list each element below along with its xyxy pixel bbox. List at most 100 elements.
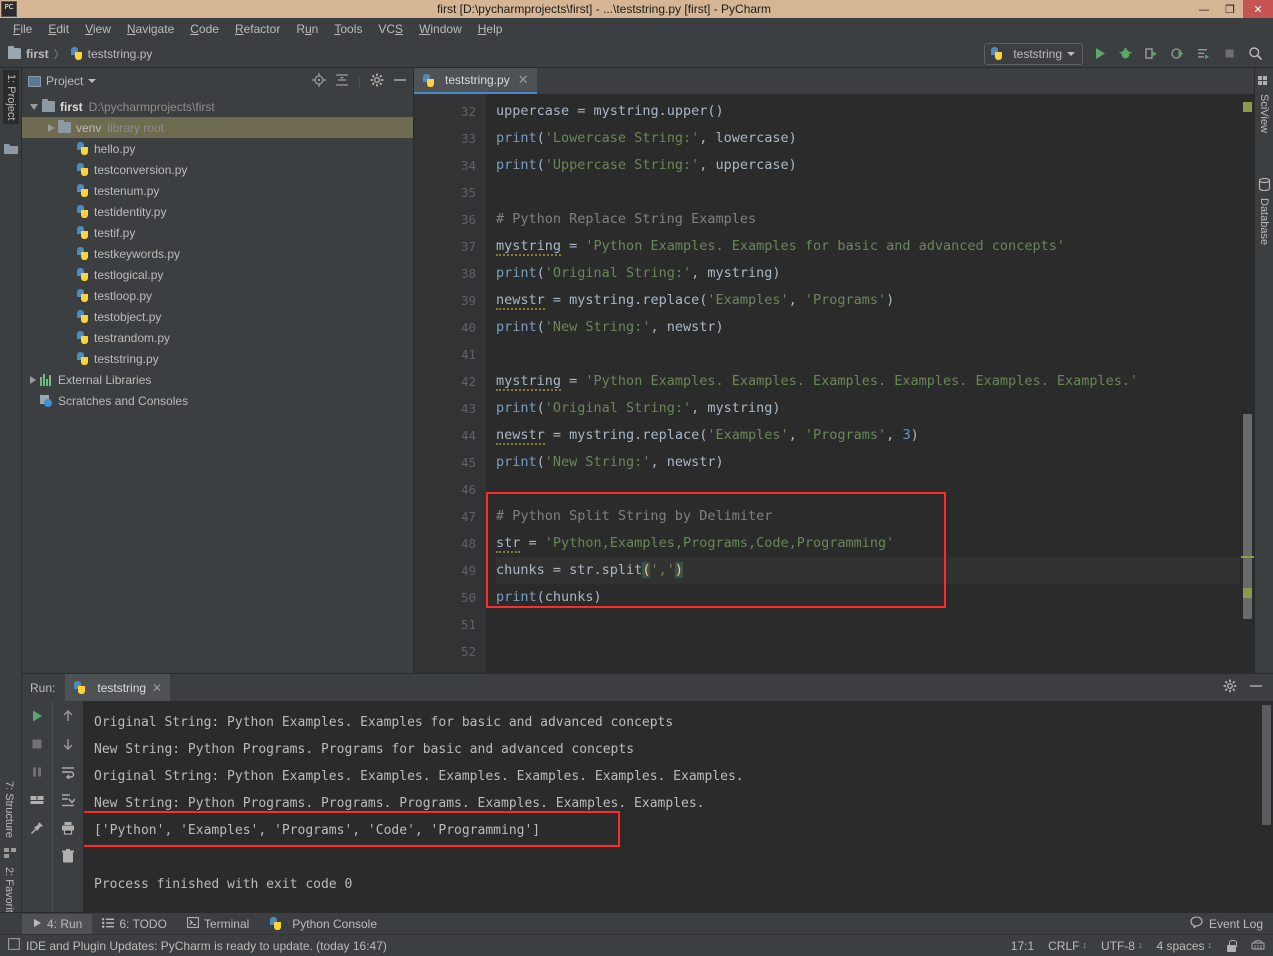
tree-item[interactable]: testconversion.py [22,159,413,180]
close-button[interactable]: ✕ [1243,0,1273,18]
close-icon[interactable]: ✕ [518,72,529,88]
line-number[interactable]: 38 [414,260,476,287]
code-line[interactable] [496,638,1254,665]
menu-navigate[interactable]: Navigate [119,20,182,38]
unlocked-icon[interactable] [1226,939,1237,952]
menu-tools[interactable]: Tools [326,20,370,38]
code-line[interactable]: print('Original String:', mystring) [496,395,1254,422]
hide-panel-icon[interactable] [393,73,407,90]
tree-item[interactable]: teststring.py [22,348,413,369]
code-line[interactable] [496,179,1254,206]
chevron-right-icon[interactable] [30,375,36,384]
code-line[interactable] [496,476,1254,503]
menu-edit[interactable]: Edit [40,20,77,38]
code-line[interactable]: print(chunks) [496,584,1254,611]
sidebar-tab-sciview[interactable]: SciView [1258,94,1270,133]
code-line[interactable]: newstr = mystring.replace('Examples', 'P… [496,287,1254,314]
line-number[interactable]: 37 [414,233,476,260]
line-separator-selector[interactable]: CRLF ↕ [1048,939,1087,953]
search-icon[interactable] [1245,44,1265,64]
line-number[interactable]: 36 [414,206,476,233]
code-line[interactable]: print('New String:', newstr) [496,314,1254,341]
scroll-to-end-icon[interactable] [57,789,79,811]
line-number[interactable]: 32 [414,98,476,125]
line-number[interactable]: 49 [414,557,476,584]
coverage-icon[interactable] [1141,44,1161,64]
code-line[interactable]: mystring = 'Python Examples. Examples. E… [496,368,1254,395]
tree-item[interactable]: Scratches and Consoles [22,390,413,411]
pause-icon[interactable] [26,761,48,783]
breadcrumb-file[interactable]: teststring.py [70,47,152,61]
sidebar-tab-structure[interactable]: 7: Structure [3,781,15,838]
breadcrumb-project[interactable]: first [8,46,49,61]
run-with-icon[interactable] [1193,44,1213,64]
close-icon[interactable]: ✕ [152,681,162,695]
tree-item[interactable]: first D:\pycharmprojects\first [22,96,413,117]
sidebar-tab-project[interactable]: 1: Project [3,70,19,125]
stop-icon[interactable] [26,733,48,755]
encoding-selector[interactable]: UTF-8 ↕ [1101,939,1143,953]
line-number[interactable]: 45 [414,449,476,476]
indent-selector[interactable]: 4 spaces ↕ [1156,939,1212,953]
line-number[interactable]: 51 [414,611,476,638]
menu-window[interactable]: Window [411,20,470,38]
code-line[interactable] [496,611,1254,638]
menu-view[interactable]: View [77,20,119,38]
gear-icon[interactable] [1223,679,1237,696]
code-line[interactable]: # Python Split String by Delimiter [496,503,1254,530]
caret-position[interactable]: 17:1 [1011,939,1034,953]
tree-item[interactable]: testidentity.py [22,201,413,222]
tree-item[interactable]: testloop.py [22,285,413,306]
line-number[interactable]: 39 [414,287,476,314]
run-configuration-selector[interactable]: teststring [984,42,1083,65]
tree-item[interactable]: testenum.py [22,180,413,201]
menu-file[interactable]: File [5,20,40,38]
rerun-icon[interactable] [26,705,48,727]
code-editor[interactable]: 32 33 34 35 36 37 38 39 40 41 42 43 44 45 46 47 48 49 50 51… [414,94,1254,673]
run-tab-teststring[interactable]: teststring ✕ [65,674,171,701]
tree-item[interactable]: testkeywords.py [22,243,413,264]
tree-item[interactable]: testobject.py [22,306,413,327]
maximize-button[interactable]: ❐ [1217,0,1243,18]
editor-tab-teststring[interactable]: teststring.py ✕ [414,68,537,94]
project-panel-title-group[interactable]: Project [28,74,97,88]
code-line[interactable] [496,341,1254,368]
code-line[interactable]: print('Uppercase String:', uppercase) [496,152,1254,179]
line-number[interactable]: 43 [414,395,476,422]
run-icon[interactable] [1089,44,1109,64]
tree-item[interactable]: External Libraries [22,369,413,390]
chevron-down-icon[interactable] [30,103,38,110]
bottom-tab-todo[interactable]: 6: TODO [92,914,177,934]
pin-icon[interactable] [26,817,48,839]
hide-panel-icon[interactable] [1249,679,1263,696]
code-content[interactable]: uppercase = mystring.upper() print('Lower… [486,94,1254,673]
minimize-button[interactable]: — [1191,0,1217,18]
editor-marker-top[interactable] [1243,102,1252,112]
menu-vcs[interactable]: VCS [370,20,411,38]
bottom-tab-terminal[interactable]: Terminal [177,914,259,934]
console-scrollbar-thumb[interactable] [1262,705,1271,825]
line-number[interactable]: 44 [414,422,476,449]
menu-run[interactable]: Run [288,20,326,38]
tree-item[interactable]: testrandom.py [22,327,413,348]
bottom-tab-run[interactable]: 4: Run [22,913,93,934]
sidebar-tab-database[interactable]: Database [1258,198,1270,245]
line-number[interactable]: 41 [414,341,476,368]
print-icon[interactable] [57,817,79,839]
line-number[interactable]: 42 [414,368,476,395]
code-line[interactable]: print('New String:', newstr) [496,449,1254,476]
code-line[interactable]: newstr = mystring.replace('Examples', 'P… [496,422,1254,449]
menu-code[interactable]: Code [182,20,227,38]
menu-refactor[interactable]: Refactor [227,20,288,38]
stop-icon[interactable] [1219,44,1239,64]
code-line[interactable]: uppercase = mystring.upper() [496,98,1254,125]
chevron-right-icon[interactable] [48,123,54,132]
gear-icon[interactable] [370,73,384,90]
line-number[interactable]: 48 [414,530,476,557]
status-message-group[interactable]: IDE and Plugin Updates: PyCharm is ready… [8,938,387,953]
console-output[interactable]: Original String: Python Examples. Exampl… [84,701,1273,913]
code-line[interactable]: print('Original String:', mystring) [496,260,1254,287]
layout-icon[interactable] [26,789,48,811]
event-log-group[interactable]: Event Log [1190,916,1273,931]
line-number[interactable]: 40 [414,314,476,341]
